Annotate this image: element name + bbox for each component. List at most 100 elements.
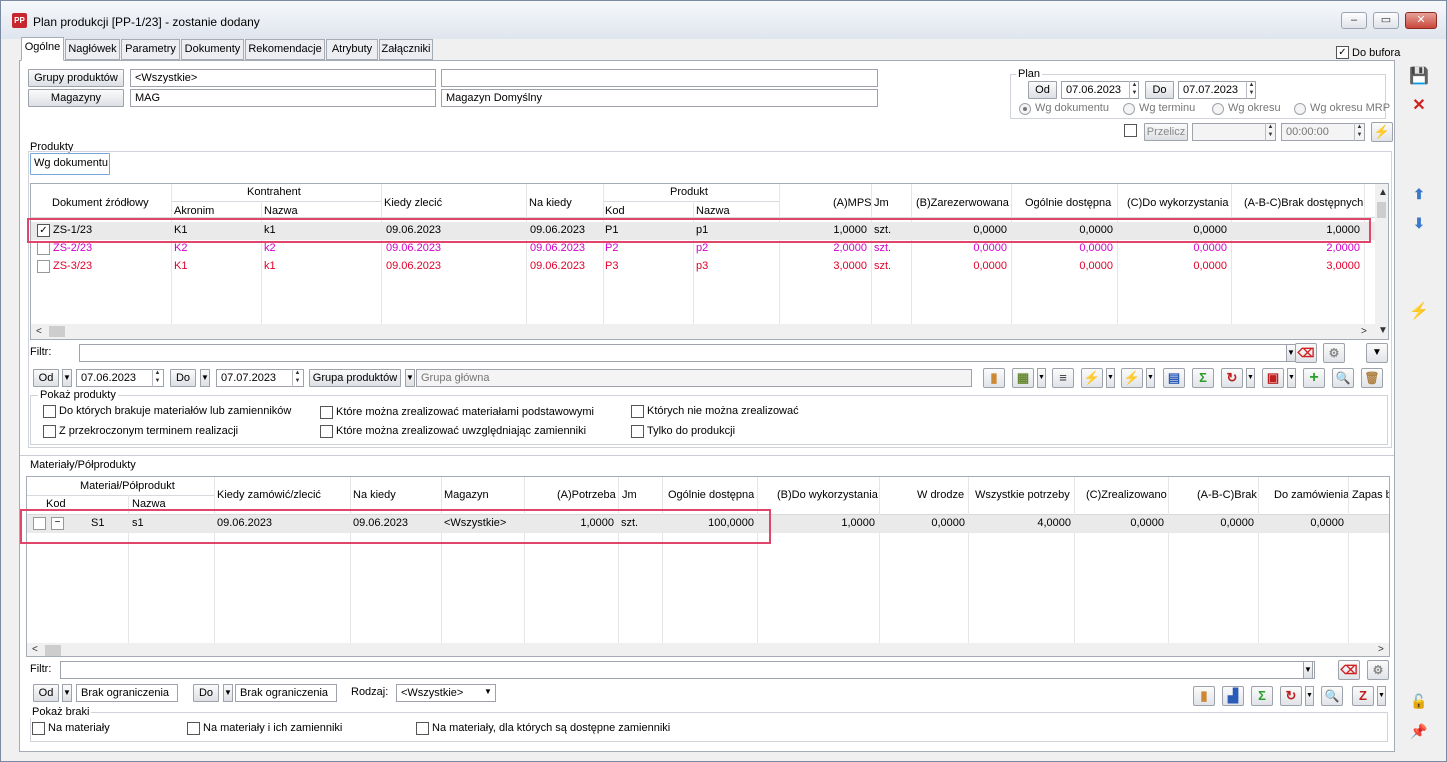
tab-dokumenty[interactable]: Dokumenty [181,39,244,60]
col-dokument[interactable]: Dokument źródłowy [52,197,149,209]
sort-dropdown[interactable]: ▼ [1377,686,1386,706]
save-icon[interactable]: 💾 [1408,66,1430,88]
opt-dostepne-zamienniki-checkbox[interactable] [416,722,429,735]
pin-icon[interactable]: 📌 [1408,720,1430,742]
materialy-od-button[interactable]: Od [33,684,59,702]
do-bufora-checkbox[interactable]: ✓ [1336,46,1349,59]
col-do-wykorzystania[interactable]: (B)Do wykorzystania [777,489,878,501]
produkty-od-dropdown[interactable]: ▼ [62,369,72,387]
sigma-icon[interactable]: Σ [1251,686,1273,706]
cancel-icon[interactable]: ✕ [1408,95,1430,117]
row-checkbox[interactable]: ✓ [37,224,50,237]
filter-settings-icon[interactable]: ⚙ [1367,660,1389,680]
materialy-do-field[interactable]: Brak ograniczenia [235,684,337,702]
image-dropdown[interactable]: ▼ [1037,368,1046,388]
produkty-od-spinner[interactable]: ▲ ▼ [152,369,162,387]
produkty-filtr-input[interactable] [79,344,1299,362]
col-kiedy-zlecic[interactable]: Kiedy zlecić [384,197,442,209]
tab-atrybuty[interactable]: Atrybuty [326,39,378,60]
filter-down-icon[interactable]: ▼ [1366,343,1388,363]
refresh-icon[interactable]: ↻ [1280,686,1302,706]
col-akronim[interactable]: Akronim [174,205,214,217]
scroll-down-arrow[interactable]: ▼ [1378,325,1388,336]
magazyny-field[interactable]: MAG [130,89,436,107]
produkty-do-dropdown[interactable]: ▼ [200,369,210,387]
col-kod[interactable]: Kod [46,498,66,510]
green-lightning-dropdown[interactable]: ▼ [1146,368,1155,388]
przelicz-spinner[interactable]: ▲ ▼ [1265,123,1275,141]
row-checkbox[interactable] [33,517,46,530]
plan-do-date[interactable]: 07.07.2023 [1178,81,1256,99]
opt-nie-mozna-checkbox[interactable] [631,405,644,418]
opt-zamienniki-checkbox[interactable] [187,722,200,735]
radio-wg-terminu[interactable] [1123,103,1135,115]
minimize-button[interactable]: – [1341,12,1367,29]
horizontal-scroll-thumb[interactable] [49,326,65,337]
grupa-produktow-dropdown[interactable]: ▼ [405,369,415,387]
tab-parametry[interactable]: Parametry [121,39,180,60]
steps-icon[interactable]: ▟ [1222,686,1244,706]
opt-zamienniki-checkbox[interactable] [320,425,333,438]
lock-icon[interactable]: 🔓 [1408,690,1430,712]
radio-wg-okresu[interactable] [1212,103,1224,115]
opt-brak-materialow-checkbox[interactable] [43,405,56,418]
row-checkbox[interactable] [37,242,50,255]
lightning-icon[interactable]: ⚡ [1081,368,1103,388]
row-checkbox[interactable] [37,260,50,273]
scroll-right-arrow[interactable]: > [1361,326,1367,337]
col-zarezerwowana[interactable]: (B)Zarezerwowana [916,197,1009,209]
close-window-button[interactable]: ✕ [1405,12,1437,29]
plan-do-spinner[interactable]: ▲ ▼ [1246,81,1256,99]
col-nazwa[interactable]: Nazwa [132,498,166,510]
produkty-od-date[interactable]: 07.06.2023 [76,369,164,387]
document-icon[interactable]: ▤ [1163,368,1185,388]
produkty-do-button[interactable]: Do [170,369,196,387]
produkty-od-button[interactable]: Od [33,369,59,387]
col-do-wykorzystania[interactable]: (C)Do wykorzystania [1127,197,1228,209]
horizontal-scrollbar[interactable] [31,324,1375,339]
table-row[interactable]: ZS-2/23 K2 k2 09.06.2023 09.06.2023 P2 p… [31,240,1375,258]
time-field[interactable]: 00:00:00 [1281,123,1365,141]
plan-do-button[interactable]: Do [1145,81,1174,99]
magazyny-button[interactable]: Magazyny [28,89,124,107]
plan-od-date[interactable]: 07.06.2023 [1061,81,1139,99]
grupy-produktow-field[interactable]: <Wszystkie> [130,69,436,87]
table-row[interactable]: ZS-3/23 K1 k1 09.06.2023 09.06.2023 P3 p… [31,258,1375,276]
search-icon[interactable]: 🔍 [1321,686,1343,706]
plan-od-button[interactable]: Od [1028,81,1057,99]
radio-wg-dokumentu[interactable] [1019,103,1031,115]
col-zrealizowano[interactable]: (C)Zrealizowano [1086,489,1167,501]
lightning-dropdown[interactable]: ▼ [1106,368,1115,388]
tab-rekomendacje[interactable]: Rekomendacje [245,39,325,60]
radio-wg-okresu-mrp[interactable] [1294,103,1306,115]
refresh-icon[interactable]: ↻ [1221,368,1243,388]
add-icon[interactable]: + [1303,368,1325,388]
clear-filter-icon[interactable]: ⌫ [1295,343,1317,363]
scroll-left-arrow[interactable]: < [32,644,38,655]
green-lightning-icon[interactable]: ⚡ [1121,368,1143,388]
chart-icon[interactable]: ▮ [1193,686,1215,706]
col-potrzeba[interactable]: (A)Potrzeba [557,489,616,501]
horizontal-scrollbar[interactable] [27,643,1389,656]
materialy-filtr-dropdown[interactable]: ▼ [1303,661,1313,679]
expand-icon[interactable]: − [51,517,64,530]
przelicz-button[interactable]: Przelicz [1144,123,1188,141]
report-dropdown[interactable]: ▼ [1287,368,1296,388]
opt-przekroczony-termin-checkbox[interactable] [43,425,56,438]
col-ogolnie-dostepna[interactable]: Ogólnie dostępna [1025,197,1111,209]
col-mps[interactable]: (A)MPS [833,197,872,209]
grupy-produktow-button[interactable]: Grupy produktów [28,69,124,87]
trash-icon[interactable]: 🗑 [1361,368,1383,388]
opt-materialami-podstawowymi-checkbox[interactable] [320,406,333,419]
opt-na-materialy-checkbox[interactable] [32,722,45,735]
list-icon[interactable]: ≡ [1052,368,1074,388]
vertical-scroll-thumb[interactable] [1377,202,1386,218]
scroll-up-arrow[interactable]: ▲ [1378,187,1388,198]
tab-ogolne[interactable]: Ogólne [21,37,64,61]
horizontal-scroll-thumb[interactable] [45,645,61,656]
clear-filter-icon[interactable]: ⌫ [1338,660,1360,680]
col-ogolnie-dostepna[interactable]: Ogólnie dostępna [668,489,754,501]
rodzaj-dropdown[interactable]: ▼ [480,684,496,702]
table-row[interactable]: − S1 s1 09.06.2023 09.06.2023 <Wszystkie… [27,515,1389,533]
tab-naglowek[interactable]: Nagłówek [65,39,120,60]
